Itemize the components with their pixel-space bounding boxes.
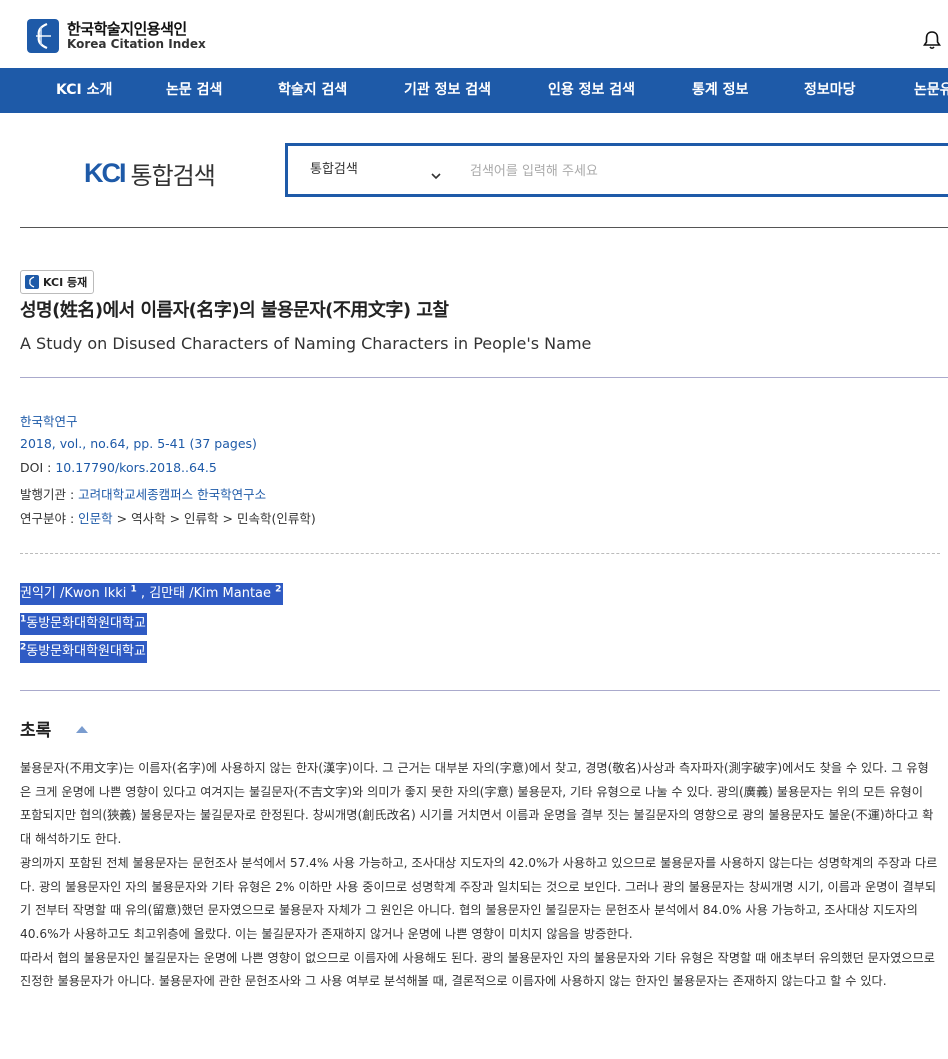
divider: [20, 377, 948, 378]
nav-item-citation-search[interactable]: 인용 정보 검색: [548, 68, 635, 113]
brand-text: 통합검색: [130, 162, 216, 190]
nav-item-statistics[interactable]: 통계 정보: [692, 68, 748, 113]
research-field-row: 연구분야 : 인문학 > 역사학 > 인류학 > 민속학(인류학): [20, 508, 316, 527]
nav-item-kci-intro[interactable]: KCI 소개: [56, 68, 112, 113]
article-title-korean: 성명(姓名)에서 이름자(名字)의 불용문자(不用文字) 고찰: [20, 300, 449, 321]
field-separator: >: [218, 511, 237, 526]
abstract-paragraph: 따라서 협의 불용문자인 불길문자는 운명에 나쁜 영향이 없으므로 이름자에 …: [20, 950, 935, 989]
publisher-link[interactable]: 고려대학교세종캠퍼스 한국학연구소: [78, 487, 266, 502]
site-header: 한국학술지인용색인 Korea Citation Index: [0, 0, 948, 68]
author-separator: ,: [136, 583, 150, 605]
field-link[interactable]: 인문학: [78, 511, 113, 526]
chevron-down-icon[interactable]: [431, 165, 441, 184]
search-scope-select[interactable]: 통합검색: [310, 146, 358, 194]
logo-english-text: Korea Citation Index: [67, 36, 206, 51]
author-link[interactable]: 권익기 /Kwon Ikki 1: [20, 583, 137, 605]
nav-item-institution-search[interactable]: 기관 정보 검색: [404, 68, 491, 113]
issue-row: 2018, vol., no.64, pp. 5-41 (37 pages): [20, 436, 257, 451]
publisher-label: 발행기관 :: [20, 487, 79, 502]
field-link[interactable]: 인류학: [184, 511, 219, 526]
nav-item-article-search[interactable]: 논문 검색: [166, 68, 222, 113]
affiliation-row: 2동방문화대학원대학교: [20, 640, 147, 663]
divider: [20, 690, 940, 691]
article-title-english: A Study on Disused Characters of Naming …: [20, 334, 592, 353]
affiliation-text: 1동방문화대학원대학교: [20, 613, 147, 635]
affiliation-row: 1동방문화대학원대학교: [20, 612, 147, 635]
brand-kci: KCI: [84, 158, 126, 188]
publisher-row: 발행기관 : 고려대학교세종캠퍼스 한국학연구소: [20, 484, 266, 503]
search-input[interactable]: [468, 156, 932, 186]
abstract-body: 불용문자(不用文字)는 이름자(名字)에 사용하지 않는 한자(漢字)이다. 그…: [20, 757, 938, 994]
kci-logo-icon: [27, 19, 59, 53]
kci-badge-icon: [25, 275, 39, 289]
affiliation-text: 2동방문화대학원대학교: [20, 641, 147, 663]
journal-name-row: 한국학연구: [20, 411, 78, 430]
nav-item-info-board[interactable]: 정보마당: [804, 68, 856, 113]
logo-korean-text: 한국학술지인용색인: [67, 20, 187, 39]
doi-link[interactable]: 10.17790/kors.2018..64.5: [55, 460, 217, 475]
search-box: 통합검색: [285, 143, 948, 197]
kci-registered-badge: KCI 등재: [20, 270, 95, 294]
main-nav: KCI 소개 논문 검색 학술지 검색 기관 정보 검색 인용 정보 검색 통계…: [0, 68, 948, 113]
nav-item-articles[interactable]: 논문유: [914, 68, 948, 113]
dashed-divider: [20, 553, 940, 554]
authors-row: 권익기 /Kwon Ikki 1 , 김만태 /Kim Mantae 2: [20, 582, 284, 605]
doi-label: DOI :: [20, 460, 56, 475]
bell-icon[interactable]: [922, 30, 942, 54]
field-link[interactable]: 민속학(인류학): [237, 511, 316, 526]
field-link[interactable]: 역사학: [131, 511, 166, 526]
abstract-paragraph: 불용문자(不用文字)는 이름자(名字)에 사용하지 않는 한자(漢字)이다. 그…: [20, 761, 934, 847]
nav-item-journal-search[interactable]: 학술지 검색: [278, 68, 347, 113]
divider: [20, 227, 948, 228]
journal-link[interactable]: 한국학연구: [20, 414, 78, 429]
author-link[interactable]: 김만태 /Kim Mantae 2: [149, 583, 284, 605]
collapse-triangle-icon[interactable]: [76, 726, 88, 733]
doi-row: DOI : 10.17790/kors.2018..64.5: [20, 460, 217, 475]
abstract-heading: 초록: [20, 721, 52, 741]
field-label: 연구분야 :: [20, 511, 79, 526]
field-separator: >: [165, 511, 185, 526]
integrated-search-brand: KCI 통합검색: [84, 156, 216, 191]
field-separator: >: [112, 511, 132, 526]
abstract-paragraph: 광의까지 포함된 전체 불용문자는 문헌조사 분석에서 57.4% 사용 가능하…: [20, 855, 938, 941]
badge-label: KCI 등재: [43, 276, 88, 289]
kci-logo[interactable]: 한국학술지인용색인 Korea Citation Index: [27, 19, 206, 53]
issue-link[interactable]: 2018, vol., no.64, pp. 5-41 (37 pages): [20, 436, 257, 451]
